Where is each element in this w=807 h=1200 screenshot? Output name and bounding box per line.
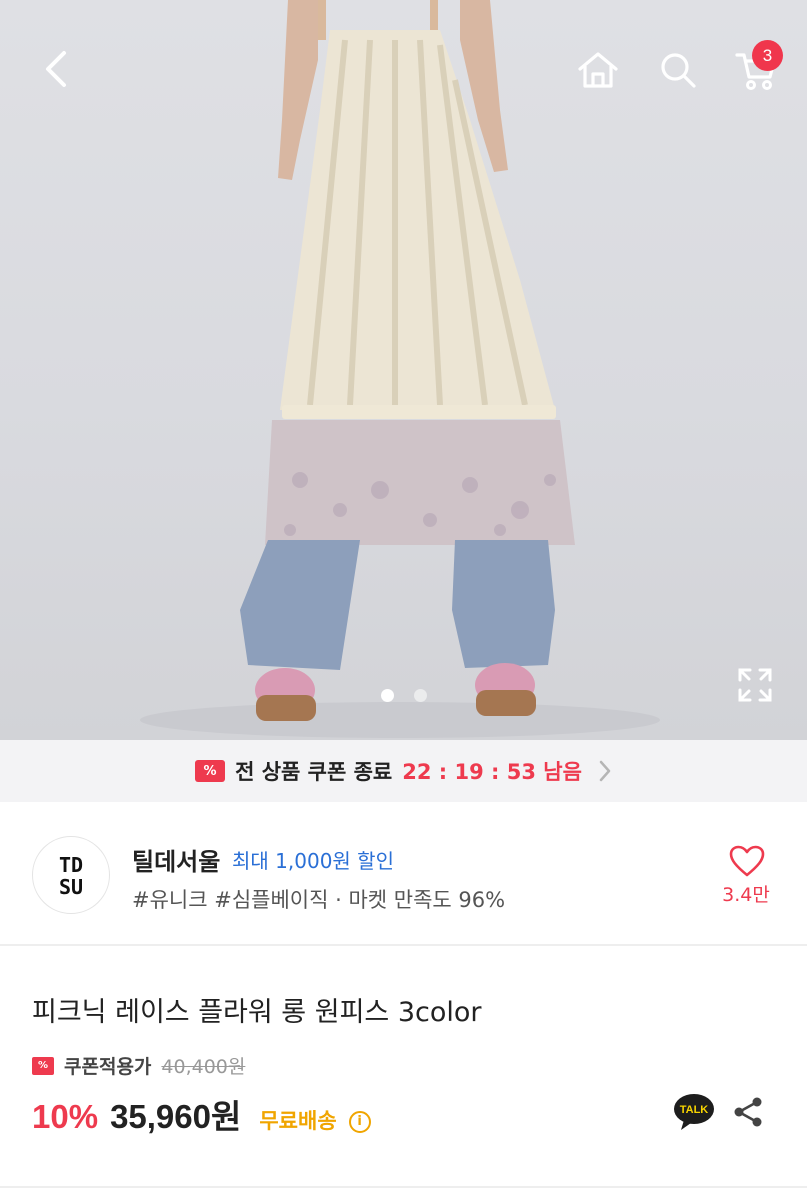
shop-logo-text-bottom: SU <box>59 875 83 899</box>
favorite-count: 3.4만 <box>722 884 770 906</box>
coupon-price-label: 쿠폰적용가 <box>64 1056 152 1078</box>
chevron-left-icon <box>46 51 66 87</box>
coupon-banner-label: 전 상품 쿠폰 종료 <box>235 760 393 784</box>
expand-image-button[interactable] <box>732 662 778 708</box>
shop-discount: 최대 1,000원 할인 <box>232 849 394 873</box>
product-image-gallery[interactable]: 3 <box>0 0 807 740</box>
section-divider <box>0 1186 807 1188</box>
shop-logo-text-top: TD <box>59 853 83 877</box>
gallery-dot-2[interactable] <box>413 689 427 702</box>
gallery-dot-1[interactable] <box>380 689 394 702</box>
coupon-price-row: % 쿠폰적용가 40,400원 <box>32 1052 245 1079</box>
home-icon <box>578 52 618 88</box>
share-button[interactable] <box>730 1094 766 1130</box>
info-icon[interactable]: i <box>348 1110 371 1133</box>
shop-name[interactable]: 틸데서울 <box>132 842 220 877</box>
cart-count-badge: 3 <box>752 40 783 71</box>
shop-logo[interactable]: TD SU <box>32 836 110 914</box>
home-button[interactable] <box>570 42 626 98</box>
expand-icon <box>738 668 772 702</box>
kakao-talk-button[interactable]: TALK <box>672 1092 716 1132</box>
chevron-right-icon <box>599 760 611 782</box>
discount-rate: 10% <box>32 1098 99 1135</box>
favorite-button[interactable] <box>728 844 766 878</box>
coupon-countdown: 22 : 19 : 53 남음 <box>402 760 582 784</box>
heart-icon <box>729 845 765 877</box>
coupon-icon: % <box>195 760 226 782</box>
coupon-countdown-banner[interactable]: % 전 상품 쿠폰 종료 22 : 19 : 53 남음 <box>0 740 807 802</box>
sale-price: 35,960원 <box>110 1098 242 1135</box>
search-icon <box>661 53 696 88</box>
talk-bubble-icon: TALK <box>674 1094 714 1130</box>
back-button[interactable] <box>30 44 80 94</box>
original-price: 40,400원 <box>161 1056 246 1078</box>
shop-info-section: TD SU 틸데서울 최대 1,000원 할인 #유니크 #심플베이직 · 마켓… <box>0 802 807 946</box>
search-button[interactable] <box>650 42 706 98</box>
gallery-pagination <box>0 689 807 702</box>
shop-tags: #유니크 #심플베이직 · 마켓 만족도 96% <box>132 888 506 912</box>
coupon-small-icon: % <box>32 1056 54 1075</box>
product-title: 피크닉 레이스 플라워 롱 원피스 3color <box>32 997 482 1028</box>
share-icon <box>734 1097 762 1127</box>
free-shipping-label: 무료배송 <box>259 1109 337 1133</box>
talk-label: TALK <box>680 1104 709 1116</box>
price-row: 10% 35,960원 무료배송 i <box>32 1090 371 1138</box>
